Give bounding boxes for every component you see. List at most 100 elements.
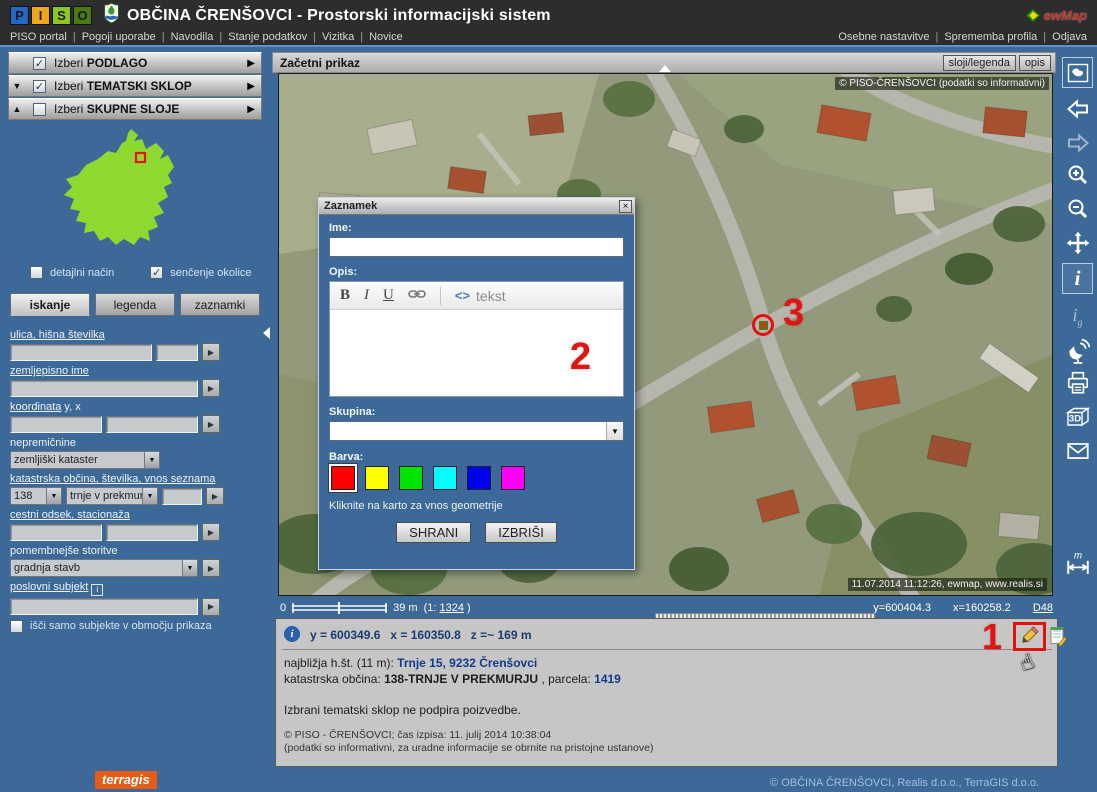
ulica-search-button[interactable]: ▶ — [202, 343, 220, 361]
dialog-titlebar[interactable]: Zaznamek × — [319, 198, 634, 215]
collapse-arrow[interactable]: ▲ — [9, 104, 25, 114]
history-forward-icon[interactable] — [1062, 127, 1093, 158]
expand-right-icon[interactable]: ▶ — [247, 81, 255, 92]
ewmap-logo[interactable]: ewMap — [1026, 8, 1087, 23]
menu-novice[interactable]: Novice — [369, 31, 403, 43]
sencenje-okolice-option[interactable]: ✓ senčenje okolice — [150, 266, 251, 279]
terragis-logo[interactable]: terragis — [95, 771, 157, 789]
ko-number-select[interactable]: 138 ▼ — [10, 487, 62, 505]
full-extent-icon[interactable] — [1062, 57, 1093, 88]
katastrska-label[interactable]: katastrska občina, številka, vnos seznam… — [10, 473, 215, 485]
parcela-input[interactable] — [162, 488, 202, 505]
identify-icon[interactable]: i — [1062, 263, 1093, 294]
expand-right-icon[interactable]: ▶ — [247, 58, 255, 69]
detajlni-nacin-option[interactable]: detajlni način — [30, 266, 114, 279]
cestni-search-button[interactable]: ▶ — [202, 523, 220, 541]
tematski-checkbox[interactable]: ✓ — [33, 80, 46, 93]
poslovni-subjekt-input[interactable] — [10, 598, 198, 615]
mail-icon[interactable] — [1062, 435, 1093, 466]
detajlni-nacin-checkbox[interactable] — [30, 266, 43, 279]
close-icon[interactable]: × — [619, 200, 632, 213]
overview-map[interactable] — [56, 125, 200, 263]
italic-button[interactable]: I — [364, 287, 369, 304]
hisna-stevilka-input[interactable] — [156, 344, 198, 361]
source-view-button[interactable]: <> tekst — [455, 288, 506, 304]
katastrska-search-button[interactable]: ▶ — [206, 487, 224, 505]
datum-link[interactable]: D48 — [1033, 602, 1053, 614]
opis-textarea[interactable]: 2 — [330, 310, 623, 396]
identify-group-icon[interactable]: ig — [1062, 301, 1093, 332]
poslovni-search-button[interactable]: ▶ — [202, 598, 220, 616]
koordinata-x-input[interactable] — [106, 416, 198, 433]
stacionaza-input[interactable] — [106, 524, 198, 541]
history-back-icon[interactable] — [1062, 93, 1093, 124]
piso-logo[interactable]: P I S O — [10, 6, 92, 25]
zoom-out-icon[interactable] — [1062, 193, 1093, 224]
color-swatch-magenta[interactable] — [501, 466, 525, 490]
menu-piso-portal[interactable]: PISO portal — [10, 31, 67, 43]
zemljepisno-label[interactable]: zemljepisno ime — [10, 365, 89, 377]
collapse-up-arrow[interactable] — [659, 65, 671, 72]
nearest-house-link[interactable]: Trnje 15, 9232 Črenšovci — [397, 656, 537, 670]
zoom-in-icon[interactable] — [1062, 159, 1093, 190]
zemljepisno-search-button[interactable]: ▶ — [202, 379, 220, 397]
pomembnejse-search-button[interactable]: ▶ — [202, 559, 220, 577]
underline-button[interactable]: U — [383, 287, 394, 304]
color-swatch-yellow[interactable] — [365, 466, 389, 490]
ulica-input[interactable] — [10, 344, 152, 361]
skupina-select[interactable]: ▼ — [329, 421, 624, 441]
sloji-legenda-button[interactable]: sloji/legenda — [943, 55, 1016, 71]
save-button[interactable]: SHRANI — [396, 522, 471, 543]
skupne-checkbox[interactable] — [33, 103, 46, 116]
menu-navodila[interactable]: Navodila — [171, 31, 214, 43]
print-icon[interactable] — [1062, 367, 1093, 398]
koordinata-search-button[interactable]: ▶ — [202, 415, 220, 433]
scale-ratio-link[interactable]: 1324 — [440, 602, 464, 614]
ime-input[interactable] — [329, 237, 624, 257]
cestni-odsek-label[interactable]: cestni odsek, stacionaža — [10, 509, 130, 521]
bold-button[interactable]: B — [340, 287, 350, 304]
accordion-skupne-sloje[interactable]: ▲ Izberi SKUPNE SLOJE ▶ — [8, 98, 262, 120]
collapse-arrow[interactable]: ▼ — [9, 81, 25, 91]
koordinata-label[interactable]: koordinata — [10, 401, 61, 413]
cestni-odsek-input[interactable] — [10, 524, 102, 541]
tab-zaznamki[interactable]: zaznamki — [180, 293, 260, 316]
gps-icon[interactable] — [1062, 335, 1093, 366]
menu-osebne-nastavitve[interactable]: Osebne nastavitve — [838, 31, 929, 43]
accordion-podlago[interactable]: ✓ Izberi PODLAGO ▶ — [8, 52, 262, 74]
menu-odjava[interactable]: Odjava — [1052, 31, 1087, 43]
link-icon[interactable] — [408, 287, 426, 305]
opis-button[interactable]: opis — [1019, 55, 1051, 71]
expand-right-icon[interactable]: ▶ — [247, 104, 255, 115]
color-swatch-cyan[interactable] — [433, 466, 457, 490]
podlago-checkbox[interactable]: ✓ — [33, 57, 46, 70]
color-swatch-green[interactable] — [399, 466, 423, 490]
pan-icon[interactable] — [1062, 227, 1093, 258]
color-swatch-blue[interactable] — [467, 466, 491, 490]
menu-stanje-podatkov[interactable]: Stanje podatkov — [228, 31, 307, 43]
menu-sprememba-profila[interactable]: Sprememba profila — [944, 31, 1037, 43]
koordinata-y-input[interactable] — [10, 416, 102, 433]
ulica-label[interactable]: ulica, hišna številka — [10, 329, 105, 341]
sencenje-okolice-checkbox[interactable]: ✓ — [150, 266, 163, 279]
accordion-tematski-sklop[interactable]: ▼ ✓ Izberi TEMATSKI SKLOP ▶ — [8, 75, 262, 97]
header-menu-right: Osebne nastavitve| Sprememba profila| Od… — [838, 29, 1087, 45]
isci-samo-checkbox[interactable] — [10, 620, 23, 633]
delete-button[interactable]: IZBRIŠI — [485, 522, 557, 543]
info-mini-icon[interactable]: i — [91, 584, 103, 596]
color-swatch-red[interactable] — [331, 466, 355, 490]
poslovni-subjekt-label[interactable]: poslovni subjekt — [10, 581, 88, 593]
view-3d-icon[interactable]: 3D — [1062, 401, 1093, 432]
parcel-link[interactable]: 1419 — [594, 672, 621, 686]
ko-name-select[interactable]: trnje v prekmurju ▼ — [66, 487, 158, 505]
menu-pogoji-uporabe[interactable]: Pogoji uporabe — [82, 31, 156, 43]
pencil-icon[interactable] — [1020, 625, 1040, 648]
pomembnejse-select[interactable]: gradnja stavb ▼ — [10, 559, 198, 577]
tab-legenda[interactable]: legenda — [95, 293, 175, 316]
tab-iskanje[interactable]: iskanje — [10, 293, 90, 316]
menu-vizitka[interactable]: Vizitka — [322, 31, 354, 43]
nepremicnine-select[interactable]: zemljiški kataster ▼ — [10, 451, 160, 469]
collapse-left-arrow[interactable] — [263, 327, 270, 339]
measure-icon[interactable]: m — [1062, 547, 1093, 578]
zemljepisno-input[interactable] — [10, 380, 198, 397]
